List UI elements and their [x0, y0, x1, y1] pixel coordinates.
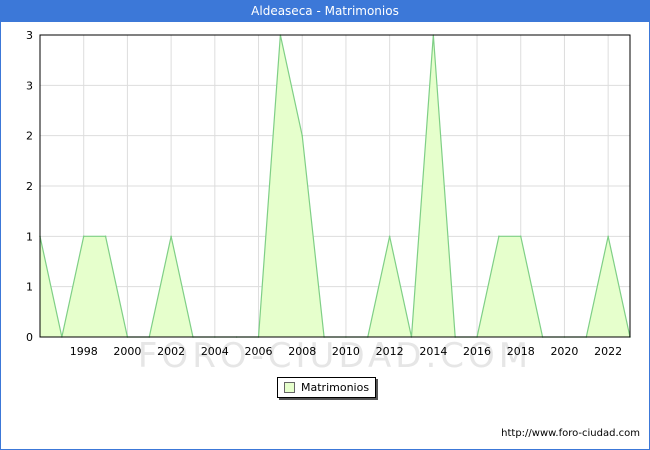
- y-tick-label: 3: [26, 79, 33, 92]
- x-tick-label: 2004: [201, 345, 229, 358]
- x-tick-label: 2000: [113, 345, 141, 358]
- legend-swatch: [284, 382, 295, 393]
- x-tick-label: 2010: [332, 345, 360, 358]
- data-point: [388, 235, 391, 238]
- y-tick-label: 2: [26, 130, 33, 143]
- data-point: [607, 235, 609, 238]
- y-tick-label: 2: [26, 180, 33, 193]
- x-tick-label: 2016: [463, 345, 491, 358]
- x-tick-label: 2008: [288, 345, 316, 358]
- x-tick-label: 2022: [594, 345, 622, 358]
- legend-label: Matrimonios: [301, 381, 370, 394]
- data-point: [82, 235, 85, 238]
- data-point: [301, 134, 304, 137]
- x-tick-label: 2020: [550, 345, 578, 358]
- legend: Matrimonios: [277, 377, 376, 398]
- y-tick-label: 1: [26, 281, 33, 294]
- x-tick-label: 1998: [70, 345, 98, 358]
- y-tick-label: 3: [26, 29, 33, 42]
- data-point: [519, 235, 522, 238]
- credit-link[interactable]: http://www.foro-ciudad.com: [501, 428, 640, 439]
- x-tick-label: 2012: [376, 345, 404, 358]
- y-tick-label: 1: [26, 230, 33, 243]
- data-point: [170, 235, 172, 238]
- grid-lines: [40, 35, 630, 337]
- data-point: [498, 235, 500, 238]
- x-tick-label: 2014: [419, 345, 447, 358]
- data-point: [104, 235, 107, 238]
- x-tick-label: 2002: [157, 345, 185, 358]
- y-axis-ticks: 0 1 1 2 2 3 3: [26, 29, 33, 344]
- y-tick-label: 0: [26, 331, 33, 344]
- x-tick-label: 2006: [245, 345, 273, 358]
- x-tick-label: 2018: [507, 345, 535, 358]
